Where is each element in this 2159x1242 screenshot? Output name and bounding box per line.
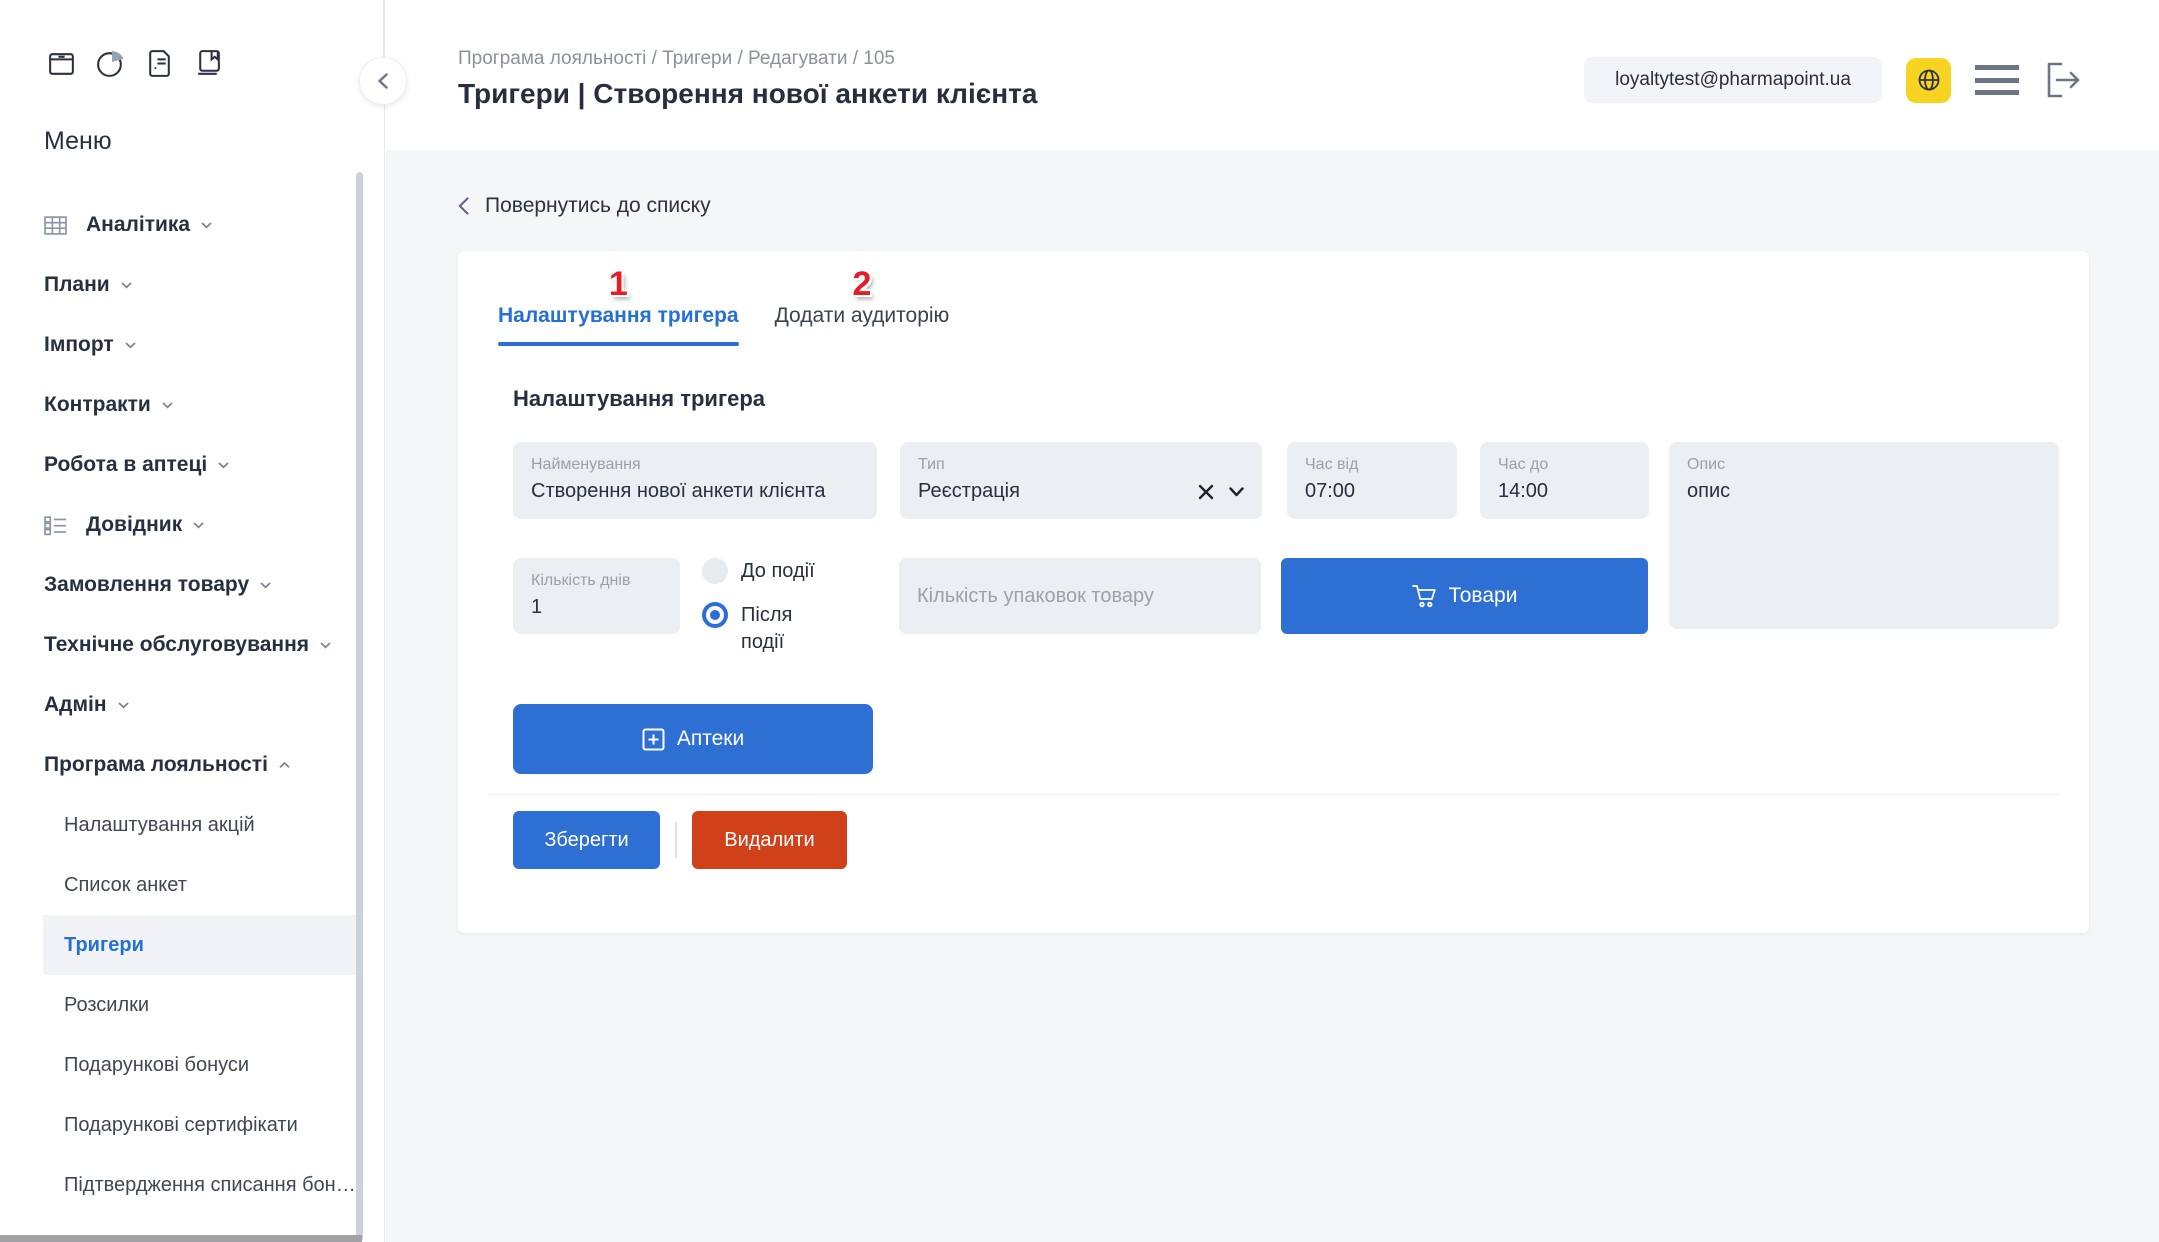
page-title: Тригери | Створення нової анкети клієнта [458, 78, 1037, 110]
archive-icon[interactable] [46, 48, 77, 79]
sidebar-item-loyalty-program[interactable]: Програма лояльності [0, 735, 384, 795]
pharmacies-button[interactable]: Аптеки [513, 704, 873, 774]
sidebar-item-admin[interactable]: Адмін [0, 675, 384, 735]
sidebar-item-contracts[interactable]: Контракти [0, 375, 384, 435]
sidebar-item-pharmacy-work[interactable]: Робота в аптеці [0, 435, 384, 495]
sidebar: Меню Аналітика Плани Імпорт Контракти Ро… [0, 0, 385, 1242]
sidebar-item-bonus-writeoff-confirm[interactable]: Підтвердження списання бону... [0, 1155, 384, 1215]
language-button[interactable] [1906, 58, 1951, 103]
form-actions: Зберегти Видалити [513, 811, 2089, 869]
type-select[interactable]: Тип Реєстрація [900, 442, 1262, 519]
chevron-down-icon [201, 222, 212, 229]
header-controls: loyaltytest@pharmapoint.ua [1584, 57, 2084, 103]
book-icon[interactable] [193, 48, 224, 79]
sidebar-item-tech-maintenance[interactable]: Технічне обслуговування [0, 615, 384, 675]
page-header: Програма лояльності / Тригери / Редагува… [386, 0, 2159, 150]
sidebar-item-promo-settings[interactable]: Налаштування акцій [0, 795, 384, 855]
content-area: Повернутись до списку 1 Налаштування три… [386, 150, 2159, 1242]
chevron-down-icon [125, 342, 136, 349]
annotation-badge-1: 1 [609, 266, 628, 302]
chevron-down-icon [320, 642, 331, 649]
sidebar-item-analytics[interactable]: Аналітика [0, 195, 384, 255]
tab-add-audience[interactable]: 2 Додати аудиторію [775, 266, 950, 346]
back-to-list-link[interactable]: Повернутись до списку [458, 194, 711, 218]
cart-icon [1412, 584, 1439, 608]
products-button[interactable]: Товари [1281, 558, 1648, 634]
chevron-left-icon [378, 73, 388, 89]
pie-chart-icon[interactable] [95, 48, 126, 79]
delete-button[interactable]: Видалити [692, 811, 847, 869]
tab-trigger-settings[interactable]: 1 Налаштування тригера [498, 266, 739, 346]
sidebar-item-questionnaire-list[interactable]: Список анкет [0, 855, 384, 915]
chevron-up-icon [279, 762, 290, 769]
time-from-field[interactable]: Час від 07:00 [1287, 442, 1457, 519]
name-field[interactable]: Найменування Створення нової анкети кліє… [513, 442, 877, 519]
radio-selected-icon[interactable] [702, 602, 728, 628]
radio-after-event[interactable]: Після події [702, 602, 847, 656]
radio-before-event[interactable]: До події [702, 558, 847, 585]
globe-icon [1914, 65, 1944, 95]
chevron-left-icon [458, 197, 469, 215]
chevron-down-icon [118, 702, 129, 709]
logout-icon [2040, 58, 2084, 102]
save-button[interactable]: Зберегти [513, 811, 660, 869]
days-count-field[interactable]: Кількість днів 1 [513, 558, 680, 634]
button-separator [675, 822, 677, 858]
breadcrumb: Програма лояльності / Тригери / Редагува… [458, 48, 895, 70]
sidebar-vertical-scrollbar[interactable] [356, 172, 363, 1242]
time-to-field[interactable]: Час до 14:00 [1480, 442, 1649, 519]
sidebar-item-import[interactable]: Імпорт [0, 315, 384, 375]
main-area: Програма лояльності / Тригери / Редагува… [386, 0, 2159, 1242]
user-email-chip[interactable]: loyaltytest@pharmapoint.ua [1584, 57, 1882, 103]
sidebar-item-plans[interactable]: Плани [0, 255, 384, 315]
sidebar-border-line [383, 0, 385, 57]
chevron-down-icon [193, 522, 204, 529]
chevron-down-icon [121, 282, 132, 289]
chevron-down-icon [162, 402, 173, 409]
sidebar-item-gift-certificates[interactable]: Подарункові сертифікати [0, 1095, 384, 1155]
chevron-down-icon[interactable] [1229, 487, 1244, 497]
logout-button[interactable] [2040, 58, 2084, 102]
chevron-down-icon [260, 582, 271, 589]
grid-icon [44, 213, 68, 237]
clear-x-icon[interactable] [1198, 484, 1214, 500]
list-icon [44, 513, 68, 537]
divider [488, 794, 2059, 795]
sidebar-item-gift-bonuses[interactable]: Подарункові бонуси [0, 1035, 384, 1095]
hamburger-menu-icon[interactable] [1975, 65, 2019, 95]
radio-unselected-icon[interactable] [702, 558, 728, 584]
sidebar-horizontal-scrollbar[interactable] [0, 1235, 362, 1242]
trigger-card: 1 Налаштування тригера 2 Додати аудиторі… [458, 251, 2089, 933]
active-tab-underline [498, 342, 739, 346]
packs-count-input[interactable] [917, 585, 1243, 608]
description-field[interactable]: Опис опис [1669, 442, 2059, 629]
sidebar-item-directory[interactable]: Довідник [0, 495, 384, 555]
packs-count-field[interactable] [899, 558, 1261, 634]
annotation-badge-2: 2 [852, 266, 871, 302]
tabs: 1 Налаштування тригера 2 Додати аудиторі… [458, 251, 2089, 346]
sidebar-menu-title: Меню [44, 127, 384, 156]
event-timing-radio-group: До події Після події [702, 558, 847, 656]
sidebar-collapse-button[interactable] [359, 57, 407, 105]
section-title: Налаштування тригера [513, 386, 2089, 412]
chevron-down-icon [218, 462, 229, 469]
sidebar-top-icons [0, 0, 384, 79]
plus-square-icon [642, 728, 665, 751]
sidebar-item-triggers[interactable]: Тригери [0, 915, 384, 975]
document-icon[interactable] [144, 48, 175, 79]
trigger-form: Найменування Створення нової анкети кліє… [458, 442, 2089, 774]
sidebar-item-goods-order[interactable]: Замовлення товару [0, 555, 384, 615]
sidebar-item-mailings[interactable]: Розсилки [0, 975, 384, 1035]
sidebar-nav: Аналітика Плани Імпорт Контракти Робота … [0, 195, 384, 1242]
sidebar-item-label: Аналітика [86, 213, 190, 237]
